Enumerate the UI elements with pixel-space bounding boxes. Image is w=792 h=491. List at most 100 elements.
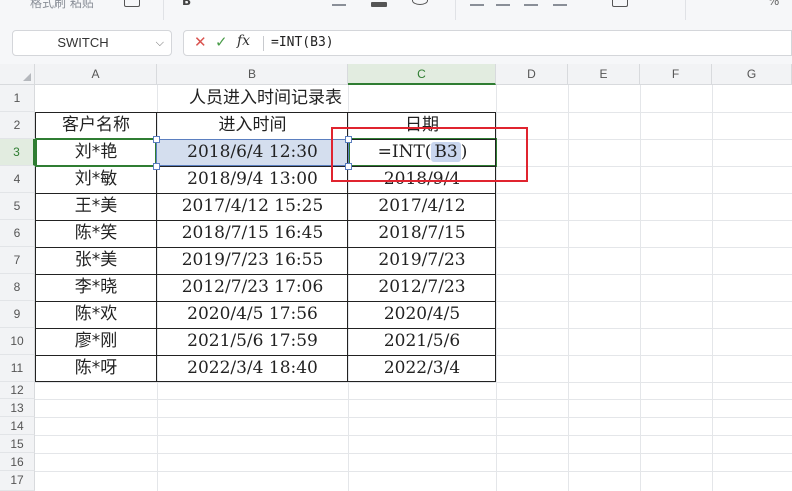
- ribbon-divider: [685, 0, 686, 20]
- row-header-13[interactable]: 13: [0, 399, 35, 417]
- column-header-e[interactable]: E: [568, 64, 640, 85]
- cell-c10[interactable]: 2021/5/6: [348, 328, 496, 355]
- fill-color-icon[interactable]: [371, 2, 387, 7]
- table-title[interactable]: 人员进入时间记录表: [35, 85, 496, 112]
- table-border: [35, 355, 496, 356]
- row-header-11[interactable]: 11: [0, 355, 35, 382]
- gridline: [712, 85, 713, 491]
- cell-c5[interactable]: 2017/4/12: [348, 193, 496, 220]
- cell-b10[interactable]: 2021/5/6 17:59: [157, 328, 348, 355]
- table-border: [35, 112, 496, 113]
- row-header-12[interactable]: 12: [0, 382, 35, 399]
- cell-a7[interactable]: 张*美: [35, 247, 157, 274]
- cell-a11[interactable]: 陈*呀: [35, 355, 157, 382]
- formula-input[interactable]: ✕ ✓ fx =INT(B3): [183, 30, 792, 56]
- table-border: [35, 193, 496, 194]
- cell-c8[interactable]: 2012/7/23: [348, 274, 496, 301]
- gridline: [35, 435, 792, 436]
- cell-c6[interactable]: 2018/7/15: [348, 220, 496, 247]
- name-box[interactable]: SWITCH ⌵: [12, 30, 172, 56]
- cell-a9[interactable]: 陈*欢: [35, 301, 157, 328]
- cell-b4[interactable]: 2018/9/4 13:00: [157, 166, 348, 193]
- font-color-icon[interactable]: [412, 0, 428, 5]
- table-border: [35, 220, 496, 221]
- gridline: [35, 471, 792, 472]
- ribbon-format-paste-label[interactable]: 格式刷 粘贴: [30, 0, 94, 11]
- row-header-4[interactable]: 4: [0, 166, 35, 193]
- merge-icon[interactable]: [612, 0, 628, 7]
- column-header-a[interactable]: A: [35, 64, 157, 85]
- paste-icon[interactable]: [124, 0, 140, 7]
- ribbon-divider: [455, 0, 456, 20]
- cell-b6[interactable]: 2018/7/15 16:45: [157, 220, 348, 247]
- resize-handle[interactable]: [153, 163, 160, 170]
- header-entry-time[interactable]: 进入时间: [157, 112, 348, 139]
- gridline: [35, 399, 792, 400]
- confirm-icon[interactable]: ✓: [215, 33, 228, 51]
- cell-b9[interactable]: 2020/4/5 17:56: [157, 301, 348, 328]
- column-header-c[interactable]: C: [348, 64, 496, 85]
- percent-format-icon[interactable]: %: [768, 0, 779, 8]
- cell-b11[interactable]: 2022/3/4 18:40: [157, 355, 348, 382]
- table-border: [35, 301, 496, 302]
- row-header-15[interactable]: 15: [0, 435, 35, 453]
- formula-text[interactable]: =INT(B3): [271, 35, 334, 50]
- wrap-icon[interactable]: [553, 4, 567, 6]
- table-border: [35, 381, 496, 382]
- cell-a6[interactable]: 陈*笑: [35, 220, 157, 247]
- gridline: [35, 382, 792, 383]
- select-all-corner[interactable]: [0, 64, 35, 85]
- align-left-icon[interactable]: [470, 4, 484, 6]
- row-header-8[interactable]: 8: [0, 274, 35, 301]
- annotation-red-box: [331, 127, 528, 182]
- gridline: [35, 417, 792, 418]
- ribbon-divider: [163, 0, 164, 20]
- insert-function-icon[interactable]: fx: [237, 33, 250, 49]
- cell-a5[interactable]: 王*美: [35, 193, 157, 220]
- cell-a10[interactable]: 廖*刚: [35, 328, 157, 355]
- ribbon-toolbar: 格式刷 粘贴 B %: [0, 0, 792, 28]
- active-row-indicator: [35, 138, 157, 167]
- row-header-17[interactable]: 17: [0, 471, 35, 491]
- cell-a4[interactable]: 刘*敏: [35, 166, 157, 193]
- column-header-g[interactable]: G: [712, 64, 792, 85]
- reference-selection-b3[interactable]: [156, 139, 349, 166]
- row-header-14[interactable]: 14: [0, 417, 35, 435]
- cell-b8[interactable]: 2012/7/23 17:06: [157, 274, 348, 301]
- row-header-16[interactable]: 16: [0, 453, 35, 471]
- cell-c7[interactable]: 2019/7/23: [348, 247, 496, 274]
- row-header-5[interactable]: 5: [0, 193, 35, 220]
- gridline: [35, 453, 792, 454]
- chevron-down-icon[interactable]: ⌵: [156, 36, 164, 50]
- row-header-3[interactable]: 3: [0, 139, 35, 166]
- row-header-2[interactable]: 2: [0, 112, 35, 139]
- bold-icon[interactable]: B: [182, 0, 191, 8]
- select-all-icon: [23, 73, 31, 81]
- header-customer-name[interactable]: 客户名称: [35, 112, 157, 139]
- column-header-b[interactable]: B: [157, 64, 348, 85]
- table-border: [35, 328, 496, 329]
- cell-b7[interactable]: 2019/7/23 16:55: [157, 247, 348, 274]
- table-border: [35, 247, 496, 248]
- table-border: [35, 274, 496, 275]
- row-header-1[interactable]: 1: [0, 85, 35, 112]
- row-header-9[interactable]: 9: [0, 301, 35, 328]
- divider: [263, 36, 264, 51]
- name-box-value[interactable]: SWITCH: [13, 31, 153, 55]
- cell-c11[interactable]: 2022/3/4: [348, 355, 496, 382]
- cell-a8[interactable]: 李*晓: [35, 274, 157, 301]
- cell-b5[interactable]: 2017/4/12 15:25: [157, 193, 348, 220]
- resize-handle[interactable]: [153, 136, 160, 143]
- row-header-10[interactable]: 10: [0, 328, 35, 355]
- cancel-icon[interactable]: ✕: [194, 33, 207, 51]
- gridline: [568, 85, 569, 491]
- row-header-7[interactable]: 7: [0, 247, 35, 274]
- align-right-icon[interactable]: [524, 4, 538, 6]
- cell-c9[interactable]: 2020/4/5: [348, 301, 496, 328]
- column-header-d[interactable]: D: [496, 64, 568, 85]
- align-center-icon[interactable]: [496, 4, 510, 6]
- gridline: [640, 85, 641, 491]
- row-header-6[interactable]: 6: [0, 220, 35, 247]
- border-icon[interactable]: [332, 4, 346, 6]
- column-header-f[interactable]: F: [640, 64, 712, 85]
